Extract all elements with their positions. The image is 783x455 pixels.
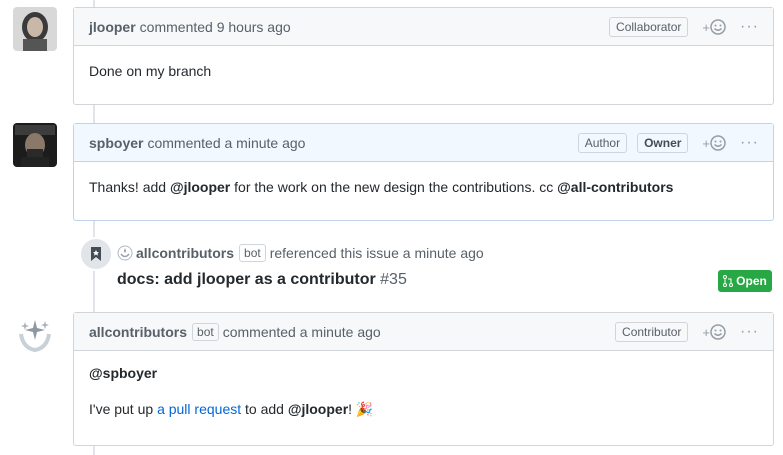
comment-author[interactable]: allcontributors	[89, 324, 187, 340]
reference-event: allcontributors bot referenced this issu…	[117, 244, 484, 262]
comment: jlooper commented 9 hours ago Collaborat…	[73, 7, 774, 105]
smiley-icon	[710, 135, 726, 151]
referenced-pr-title[interactable]: docs: add jlooper as a contributor #35	[117, 271, 407, 289]
bot-badge: bot	[239, 244, 266, 262]
plus-icon: +	[702, 19, 711, 35]
more-options-icon[interactable]: ···	[740, 18, 759, 36]
comment-header: jlooper commented 9 hours ago Collaborat…	[74, 8, 773, 46]
pull-request-link[interactable]: a pull request	[157, 401, 241, 417]
event-text[interactable]: referenced this issue a minute ago	[270, 245, 484, 261]
comment-timestamp[interactable]: commented 9 hours ago	[140, 19, 291, 35]
bot-avatar-icon[interactable]	[117, 245, 133, 261]
plus-icon: +	[702, 324, 711, 340]
bot-badge: bot	[192, 322, 219, 341]
comment: allcontributors bot commented a minute a…	[73, 312, 774, 446]
comment-author[interactable]: jlooper	[89, 19, 136, 35]
comment-timestamp[interactable]: commented a minute ago	[147, 135, 305, 151]
smiley-icon	[710, 324, 726, 340]
comment-body: Done on my branch	[89, 63, 212, 79]
comment-timestamp[interactable]: commented a minute ago	[223, 324, 381, 340]
comment-body: Thanks! add @jlooper for the work on the…	[74, 162, 773, 212]
body-text: for the work on the new design the contr…	[230, 179, 558, 195]
user-mention[interactable]: @jlooper	[170, 179, 230, 195]
contributor-badge: Contributor	[615, 322, 689, 342]
pr-number[interactable]: #35	[380, 271, 407, 288]
body-text: Thanks! add	[89, 179, 170, 195]
body-text: ! 🎉	[348, 401, 374, 417]
owner-badge: Owner	[637, 133, 689, 153]
add-reaction-button[interactable]: +	[702, 19, 726, 35]
author-badge: Author	[577, 133, 628, 153]
team-mention[interactable]: @all-contributors	[557, 179, 673, 195]
comment: spboyer commented a minute ago Author Ow…	[73, 123, 774, 221]
user-mention[interactable]: @jlooper	[288, 401, 348, 417]
smiley-icon	[710, 19, 726, 35]
bookmark-icon	[79, 237, 113, 271]
user-mention[interactable]: @spboyer	[89, 365, 157, 381]
collaborator-badge: Collaborator	[609, 17, 689, 37]
status-label: Open	[736, 274, 767, 288]
more-options-icon[interactable]: ···	[740, 134, 759, 152]
comment-author[interactable]: spboyer	[89, 135, 143, 151]
avatar[interactable]	[13, 7, 57, 51]
event-author[interactable]: allcontributors	[136, 245, 234, 261]
plus-icon: +	[702, 135, 711, 151]
comment-actions: Contributor + ···	[615, 313, 759, 351]
more-options-icon[interactable]: ···	[740, 323, 759, 341]
comment-actions: Author Owner + ···	[577, 124, 759, 162]
comment-actions: Collaborator + ···	[609, 8, 759, 46]
pr-title[interactable]: docs: add jlooper as a contributor	[117, 271, 376, 288]
open-status-badge: Open	[718, 270, 772, 292]
body-text: to add	[241, 401, 288, 417]
comment-body: @spboyer I've put up a pull request to a…	[74, 351, 773, 434]
comment-header: spboyer commented a minute ago Author Ow…	[74, 124, 773, 162]
comment-header: allcontributors bot commented a minute a…	[74, 313, 773, 351]
pull-request-icon	[723, 275, 734, 287]
body-text: I've put up	[89, 401, 158, 417]
body-line: I've put up a pull request to add @jloop…	[89, 399, 758, 419]
bot-avatar[interactable]	[13, 312, 57, 356]
avatar[interactable]	[13, 123, 57, 167]
add-reaction-button[interactable]: +	[702, 135, 726, 151]
body-line: @spboyer	[89, 363, 758, 383]
add-reaction-button[interactable]: +	[702, 324, 726, 340]
